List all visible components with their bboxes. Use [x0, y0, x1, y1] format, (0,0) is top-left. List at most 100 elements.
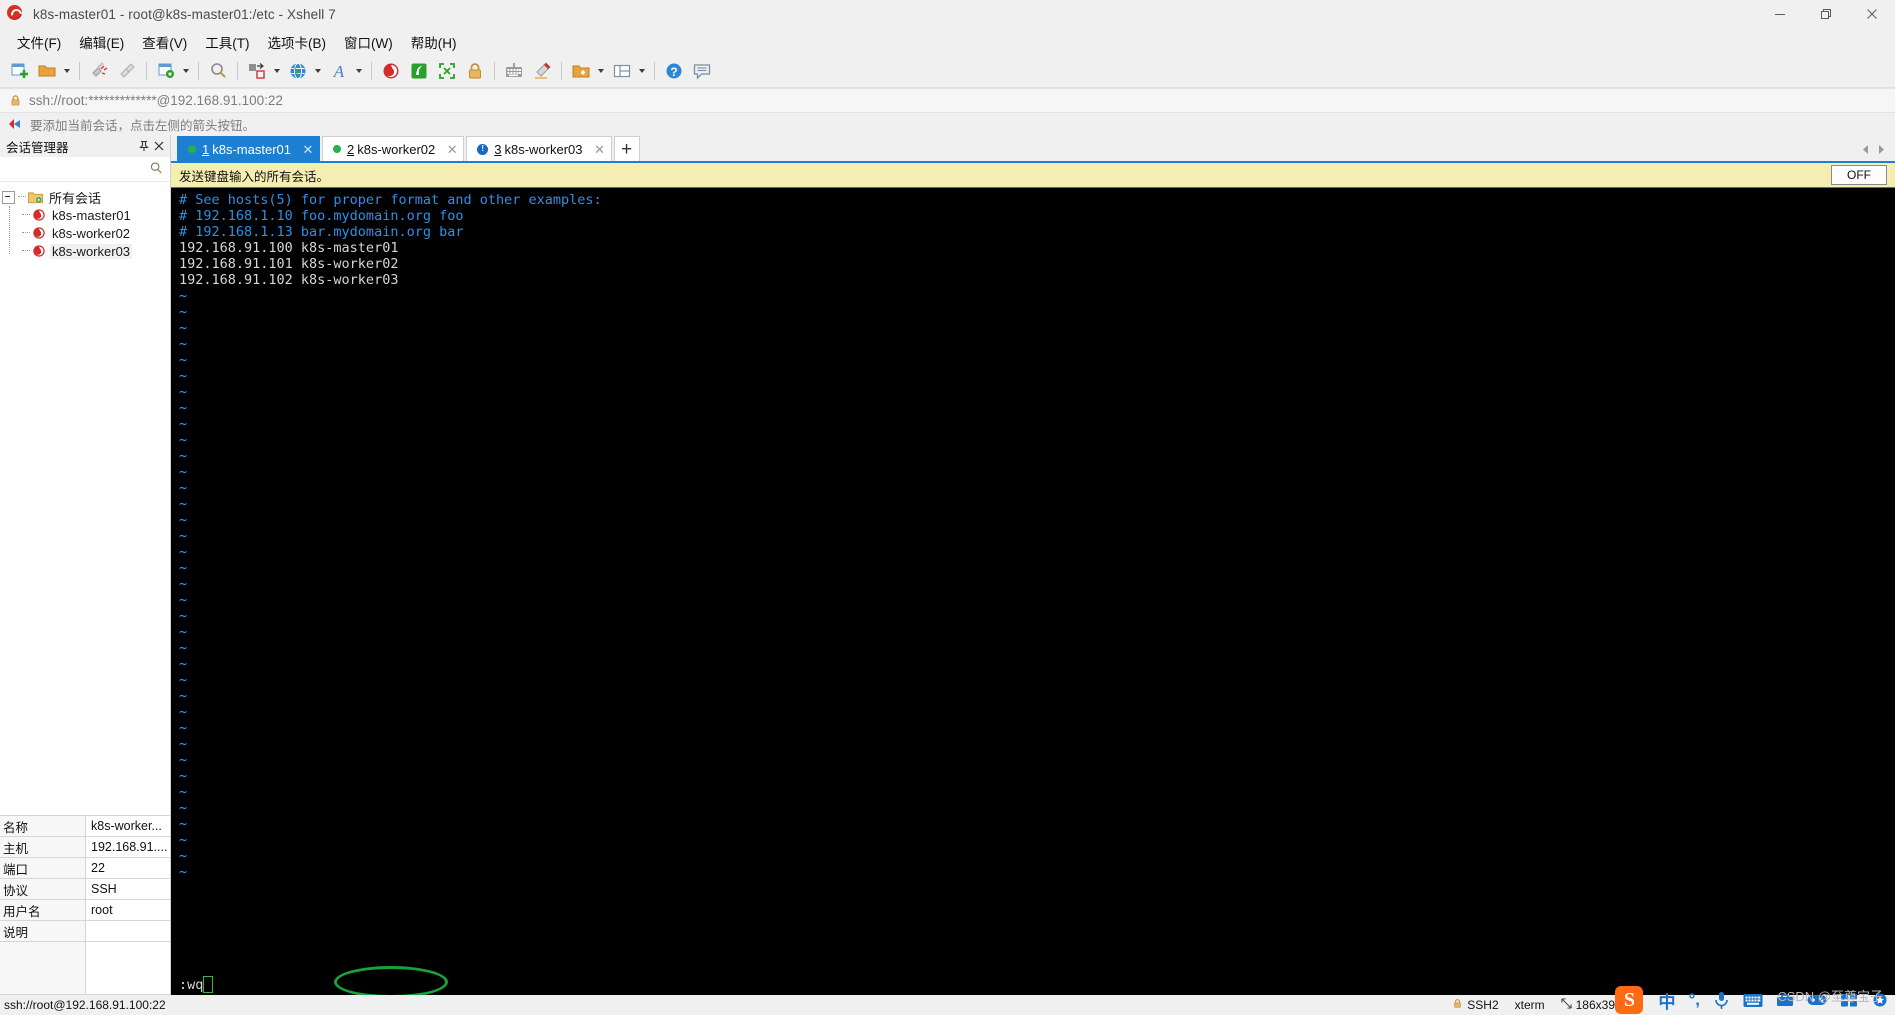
close-button[interactable] — [1849, 0, 1895, 28]
property-row-username: 用户名 root — [0, 900, 170, 921]
menu-view[interactable]: 查看(V) — [133, 29, 196, 55]
pin-icon[interactable] — [136, 138, 151, 154]
property-row-host: 主机 192.168.91.... — [0, 837, 170, 858]
xftp-icon[interactable] — [379, 59, 403, 83]
globe-caret-icon[interactable] — [312, 59, 323, 83]
property-row-protocol: 协议 SSH — [0, 879, 170, 900]
new-tab-button[interactable]: + — [613, 136, 640, 161]
size-icon — [1561, 998, 1572, 1012]
property-value-blank — [86, 942, 170, 994]
property-row-name: 名称 k8s-worker... — [0, 816, 170, 837]
menu-file[interactable]: 文件(F) — [8, 29, 70, 55]
font-icon[interactable]: A — [327, 59, 351, 83]
session-search-row — [0, 157, 170, 182]
session-icon — [32, 226, 46, 240]
add-folder-icon[interactable] — [569, 59, 593, 83]
terminal-tilde-line: ~ — [179, 560, 188, 576]
tab-close-icon[interactable]: ✕ — [445, 142, 459, 156]
session-properties-caret-icon[interactable] — [180, 59, 191, 83]
terminal-tilde-line: ~ — [179, 480, 188, 496]
tab-k8s-worker03[interactable]: ! 3 k8s-worker03 ✕ — [466, 136, 612, 161]
terminal-tilde-line: ~ — [179, 592, 188, 608]
search-icon[interactable] — [149, 161, 163, 178]
tree-item-k8s-worker02[interactable]: k8s-worker02 — [0, 224, 170, 242]
tab-k8s-worker02[interactable]: 2 k8s-worker02 ✕ — [321, 136, 465, 161]
session-manager-panel: 会话管理器 所有会话 k8s-master01 k8s-worker02 k8s… — [0, 135, 171, 995]
tab-label: k8s-worker02 — [357, 141, 436, 157]
chevron-left-icon[interactable] — [1857, 140, 1873, 158]
status-security: SSH2 — [1452, 998, 1499, 1012]
maximize-button[interactable] — [1803, 0, 1849, 28]
keyboard-icon[interactable] — [502, 59, 526, 83]
tree-item-label: k8s-master01 — [52, 207, 131, 223]
font-caret-icon[interactable] — [353, 59, 364, 83]
ime-toolbar: S 中 °, — [1615, 985, 1893, 1015]
tree-item-k8s-worker03[interactable]: k8s-worker03 — [0, 242, 170, 260]
punctuation-mode-icon[interactable]: °, — [1688, 990, 1700, 1010]
expander-icon[interactable] — [2, 190, 15, 204]
terminal-tilde-line: ~ — [179, 848, 188, 864]
help-icon[interactable]: ? — [662, 59, 686, 83]
send-keys-toggle-button[interactable]: OFF — [1831, 165, 1887, 185]
terminal-tilde-line: ~ — [179, 832, 188, 848]
menu-tools[interactable]: 工具(T) — [196, 29, 258, 55]
tree-item-label: k8s-worker02 — [52, 225, 131, 241]
tree-item-k8s-master01[interactable]: k8s-master01 — [0, 206, 170, 224]
svg-text:A: A — [333, 62, 345, 81]
globe-icon[interactable] — [286, 59, 310, 83]
layout-icon[interactable] — [610, 59, 634, 83]
disconnect-icon[interactable] — [87, 59, 111, 83]
feedback-icon[interactable] — [690, 59, 714, 83]
terminal-tilde-line: ~ — [179, 800, 188, 816]
voice-input-icon[interactable] — [1713, 991, 1730, 1010]
highlight-pen-icon[interactable] — [530, 59, 554, 83]
toolbox-icon[interactable] — [1776, 992, 1794, 1008]
tab-status-icon — [332, 145, 341, 153]
skin-icon[interactable] — [1840, 992, 1858, 1008]
property-value: root — [86, 900, 170, 920]
menu-tabs[interactable]: 选项卡(B) — [259, 29, 336, 55]
tab-close-icon[interactable]: ✕ — [301, 142, 315, 156]
tab-strip: 1 k8s-master01 ✕ 2 k8s-worker02 ✕ ! 3 k8… — [171, 135, 1895, 163]
file-transfer-caret-icon[interactable] — [271, 59, 282, 83]
menu-help[interactable]: 帮助(H) — [402, 29, 466, 55]
folder-sessions-icon — [28, 191, 43, 204]
fullscreen-icon[interactable] — [435, 59, 459, 83]
session-properties-icon[interactable] — [154, 59, 178, 83]
add-folder-caret-icon[interactable] — [595, 59, 606, 83]
terminal-tilde-line: ~ — [179, 496, 188, 512]
layout-caret-icon[interactable] — [636, 59, 647, 83]
terminal-tilde-line: ~ — [179, 368, 188, 384]
terminal-tilde-line: ~ — [179, 464, 188, 480]
games-icon[interactable] — [1807, 993, 1827, 1007]
tree-root-all-sessions[interactable]: 所有会话 — [0, 188, 170, 206]
input-mode-chinese[interactable]: 中 — [1658, 988, 1675, 1013]
new-session-icon[interactable] — [7, 59, 31, 83]
window-controls — [1757, 0, 1895, 28]
file-transfer-icon[interactable] — [245, 59, 269, 83]
menu-edit[interactable]: 编辑(E) — [70, 29, 133, 55]
chevron-right-icon[interactable] — [1873, 140, 1889, 158]
tab-close-icon[interactable]: ✕ — [593, 142, 607, 156]
toolbar-separator — [237, 61, 238, 80]
close-icon[interactable] — [151, 138, 166, 154]
open-folder-caret-icon[interactable] — [61, 59, 72, 83]
xagent-icon[interactable] — [407, 59, 431, 83]
vim-command-line: :wq — [179, 966, 448, 995]
tab-k8s-master01[interactable]: 1 k8s-master01 ✕ — [177, 136, 320, 161]
soft-keyboard-icon[interactable] — [1743, 993, 1763, 1008]
more-icon[interactable] — [1871, 992, 1889, 1009]
address-bar[interactable]: ssh://root:*************@192.168.91.100:… — [0, 88, 1895, 113]
terminal-tilde-line: ~ — [179, 640, 188, 656]
find-icon[interactable] — [206, 59, 230, 83]
reconnect-icon[interactable] — [115, 59, 139, 83]
lock-icon[interactable] — [463, 59, 487, 83]
minimize-button[interactable] — [1757, 0, 1803, 28]
open-folder-icon[interactable] — [35, 59, 59, 83]
vim-command-text: :wq — [179, 976, 204, 993]
terminal-screen[interactable]: # See hosts(5) for proper format and oth… — [171, 188, 1895, 995]
terminal-tilde-line: ~ — [179, 416, 188, 432]
sogou-logo-icon[interactable]: S — [1615, 986, 1644, 1014]
terminal-tilde-line: ~ — [179, 336, 188, 352]
menu-window[interactable]: 窗口(W) — [335, 29, 402, 55]
